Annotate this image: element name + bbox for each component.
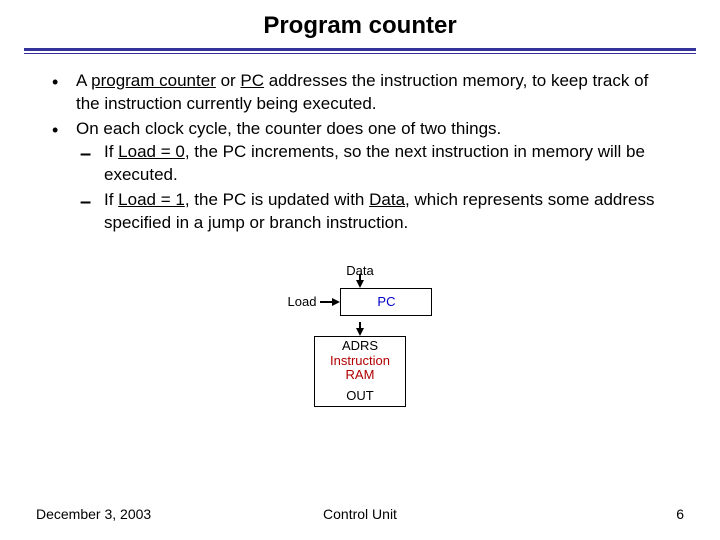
arrow-down-icon xyxy=(356,280,364,288)
dash-1: If Load = 0, the PC increments, so the n… xyxy=(76,141,672,187)
bullet-2: On each clock cycle, the counter does on… xyxy=(48,118,672,235)
diagram: Data Load PC ADRS Instruction RAM OUT xyxy=(48,263,672,408)
diagram-ram-label: Instruction RAM xyxy=(315,354,405,384)
term-pc: PC xyxy=(240,71,264,90)
bullet-1: A program counter or PC addresses the in… xyxy=(48,70,672,116)
footer: December 3, 2003 Control Unit 6 xyxy=(0,506,720,522)
diagram-pc-box: PC xyxy=(340,288,432,316)
cond-load-1: Load = 1 xyxy=(118,190,185,209)
diagram-out-label: OUT xyxy=(315,389,405,404)
arrow-right-icon xyxy=(332,298,340,306)
footer-page-number: 6 xyxy=(676,506,684,522)
diagram-load-label: Load xyxy=(288,294,317,309)
term-program-counter: program counter xyxy=(91,71,216,90)
diagram-ram-box: ADRS Instruction RAM OUT xyxy=(314,336,406,408)
slide-title: Program counter xyxy=(0,0,720,48)
body-content: A program counter or PC addresses the in… xyxy=(0,70,720,407)
footer-date: December 3, 2003 xyxy=(36,506,151,522)
title-rule xyxy=(24,48,696,54)
dash-2: If Load = 1, the PC is updated with Data… xyxy=(76,189,672,235)
arrow-down-icon xyxy=(356,328,364,336)
cond-load-0: Load = 0 xyxy=(118,142,185,161)
diagram-adrs-label: ADRS xyxy=(315,339,405,354)
term-data: Data xyxy=(369,190,405,209)
